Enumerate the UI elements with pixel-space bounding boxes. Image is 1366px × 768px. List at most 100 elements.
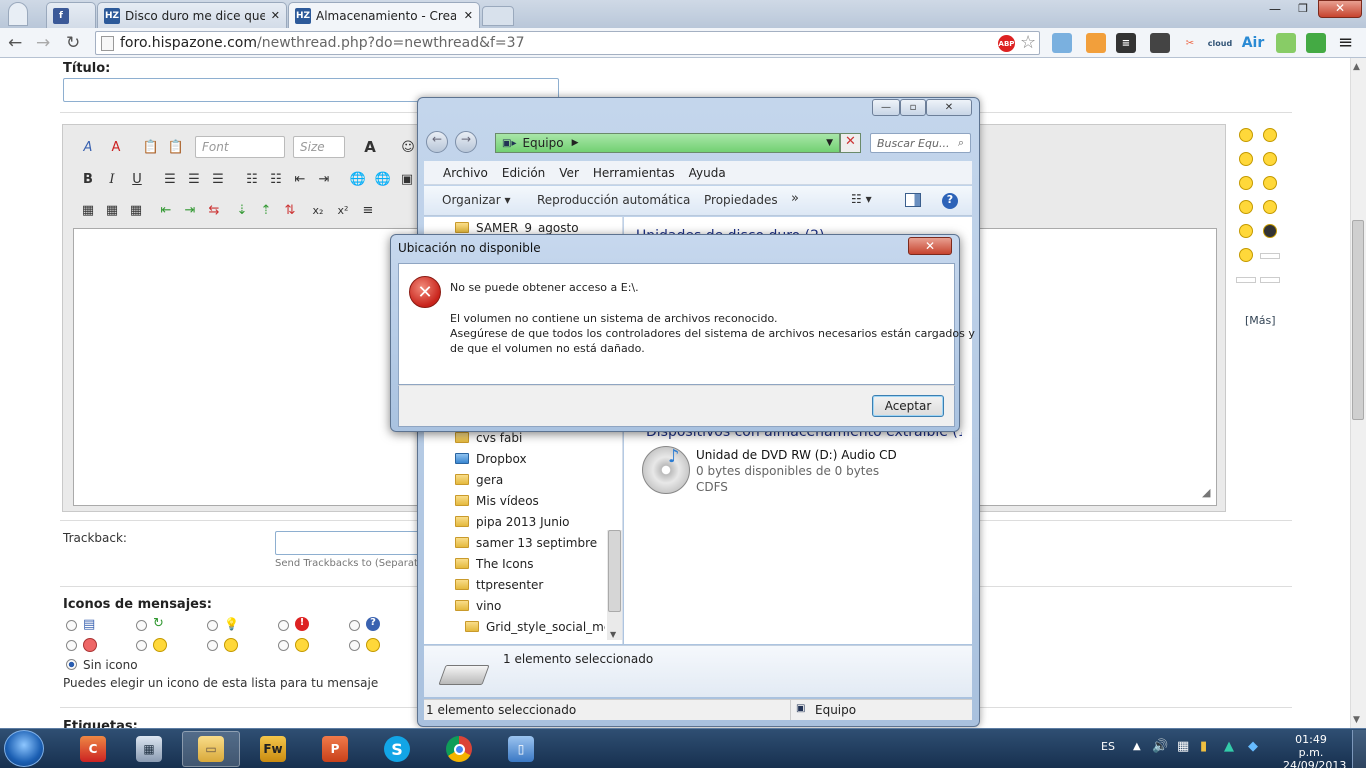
- reload-icon[interactable]: ↻: [66, 33, 80, 53]
- ordered-list-icon[interactable]: ☷: [242, 169, 262, 189]
- link-icon[interactable]: 🌐: [348, 169, 368, 189]
- icon-radio[interactable]: [207, 640, 218, 651]
- scroll-thumb[interactable]: [1352, 220, 1364, 420]
- italic-icon[interactable]: I: [102, 169, 122, 189]
- text-color-icon[interactable]: A: [360, 137, 380, 157]
- icon-radio[interactable]: [66, 640, 77, 651]
- cloudhq-icon[interactable]: cloud: [1208, 33, 1232, 53]
- drive-icon[interactable]: ▲: [1224, 739, 1234, 754]
- delete-row-icon[interactable]: ⇅: [280, 200, 300, 220]
- volume-icon[interactable]: 🔊: [1152, 739, 1168, 754]
- scroll-down-icon[interactable]: ▼: [610, 630, 616, 639]
- superscript-icon[interactable]: x²: [333, 200, 353, 220]
- smilie-icon[interactable]: [1239, 224, 1253, 238]
- tree-scroll-thumb[interactable]: [608, 530, 621, 612]
- help-icon[interactable]: ?: [942, 193, 958, 209]
- forward-icon[interactable]: →: [455, 131, 477, 153]
- icon-radio[interactable]: [278, 640, 289, 651]
- scissors-icon[interactable]: ✂: [1180, 33, 1200, 53]
- chevron-down-icon[interactable]: ▼: [826, 138, 833, 148]
- scroll-down-icon[interactable]: ▼: [1353, 715, 1360, 725]
- properties-button[interactable]: Propiedades: [704, 193, 778, 207]
- explorer-minimize-button[interactable]: —: [872, 99, 900, 116]
- tab-facebook[interactable]: f: [46, 2, 96, 28]
- search-icon[interactable]: ⌕: [958, 136, 964, 150]
- icon-radio[interactable]: [278, 620, 289, 631]
- extension-icon[interactable]: [1086, 33, 1106, 53]
- icon-radio[interactable]: [207, 620, 218, 631]
- align-right-icon[interactable]: ☰: [208, 169, 228, 189]
- smilie-icon[interactable]: [1263, 152, 1277, 166]
- taskbar-app[interactable]: ▯: [492, 731, 550, 767]
- tree-item[interactable]: gera: [455, 469, 503, 490]
- icon-radio[interactable]: [136, 620, 147, 631]
- clock[interactable]: 01:49 p.m. 24/09/2013: [1283, 733, 1346, 768]
- menu-edicion[interactable]: Edición: [502, 166, 545, 180]
- explorer-search-input[interactable]: Buscar Equ... ⌕: [870, 133, 971, 153]
- paste-text-icon[interactable]: 📋: [166, 137, 186, 157]
- subscript-icon[interactable]: x₂: [308, 200, 328, 220]
- paste-icon[interactable]: 📋: [141, 137, 161, 157]
- taskbar-chrome[interactable]: [430, 731, 488, 767]
- smilie-icon[interactable]: [1239, 176, 1253, 190]
- taskbar-explorer[interactable]: ▭: [182, 731, 240, 767]
- trackback-input[interactable]: [275, 531, 425, 555]
- network-icon[interactable]: ▦: [1177, 739, 1189, 754]
- explorer-close-button[interactable]: ✕: [926, 99, 972, 116]
- cool-smilie-icon[interactable]: [1263, 224, 1277, 238]
- insert-column-icon[interactable]: ⇤: [156, 200, 176, 220]
- tree-item[interactable]: samer 13 septimbre: [455, 532, 597, 553]
- unlink-icon[interactable]: 🌐: [373, 169, 393, 189]
- align-left-icon[interactable]: ☰: [160, 169, 180, 189]
- minimize-button[interactable]: —: [1262, 2, 1288, 18]
- air-icon[interactable]: Air: [1240, 33, 1266, 53]
- icon-radio[interactable]: [66, 620, 77, 631]
- address-bar[interactable]: foro.hispazone.com/newthread.php?do=newt…: [95, 31, 1040, 55]
- indent-icon[interactable]: ⇥: [314, 169, 334, 189]
- star-icon[interactable]: ☆: [1020, 32, 1036, 53]
- no-icon-radio[interactable]: [66, 659, 77, 670]
- insert-column-icon[interactable]: ⇥: [180, 200, 200, 220]
- horizontal-rule-icon[interactable]: ≡: [358, 200, 378, 220]
- organize-button[interactable]: Organizar ▾: [442, 193, 511, 207]
- remove-format-icon[interactable]: A: [106, 137, 126, 157]
- taskbar-ccleaner[interactable]: C: [64, 731, 122, 767]
- extension-icon[interactable]: [1052, 33, 1072, 53]
- smilie-icon[interactable]: [1263, 128, 1277, 142]
- show-desktop-button[interactable]: [1352, 730, 1366, 768]
- language-indicator[interactable]: ES: [1101, 740, 1115, 753]
- extension-icon[interactable]: [1306, 33, 1326, 53]
- smilie-icon[interactable]: [1239, 128, 1253, 142]
- preview-pane-icon[interactable]: [905, 193, 921, 207]
- tree-item[interactable]: Mis vídeos: [455, 490, 539, 511]
- icon-radio[interactable]: [349, 620, 360, 631]
- outdent-icon[interactable]: ⇤: [290, 169, 310, 189]
- signal-icon[interactable]: ▮: [1200, 739, 1207, 754]
- back-icon[interactable]: ←: [8, 33, 22, 53]
- menu-archivo[interactable]: Archivo: [443, 166, 488, 180]
- forward-icon[interactable]: →: [36, 33, 50, 53]
- bold-icon[interactable]: B: [78, 169, 98, 189]
- menu-icon[interactable]: ≡: [1338, 32, 1353, 53]
- icon-radio[interactable]: [136, 640, 147, 651]
- taskbar-calculator[interactable]: ▦: [120, 731, 178, 767]
- smilie-placeholder[interactable]: [1236, 277, 1256, 283]
- smilie-icon[interactable]: ☺: [398, 137, 418, 157]
- back-icon[interactable]: ←: [426, 131, 448, 153]
- smilie-placeholder[interactable]: [1260, 253, 1280, 259]
- explorer-address-bar[interactable]: ▣▸ Equipo ▶ ▼: [495, 133, 840, 153]
- dvd-drive-name[interactable]: Unidad de DVD RW (D:) Audio CD: [696, 448, 897, 462]
- font-style-icon[interactable]: A: [78, 137, 98, 157]
- scroll-up-icon[interactable]: ▲: [1353, 62, 1360, 72]
- unordered-list-icon[interactable]: ☷: [266, 169, 286, 189]
- tree-item[interactable]: vino: [455, 595, 501, 616]
- tree-item[interactable]: Dropbox: [455, 448, 527, 469]
- taskbar-powerpoint[interactable]: P: [306, 731, 364, 767]
- explorer-maximize-button[interactable]: ▫: [900, 99, 926, 116]
- size-select[interactable]: Size: [293, 136, 345, 158]
- smilie-icon[interactable]: [1239, 248, 1253, 262]
- tab-disco-duro[interactable]: HZ Disco duro me dice que ne ✕: [97, 2, 287, 28]
- smilie-icon[interactable]: [1239, 200, 1253, 214]
- delete-column-icon[interactable]: ⇆: [204, 200, 224, 220]
- smilie-placeholder[interactable]: [1260, 277, 1280, 283]
